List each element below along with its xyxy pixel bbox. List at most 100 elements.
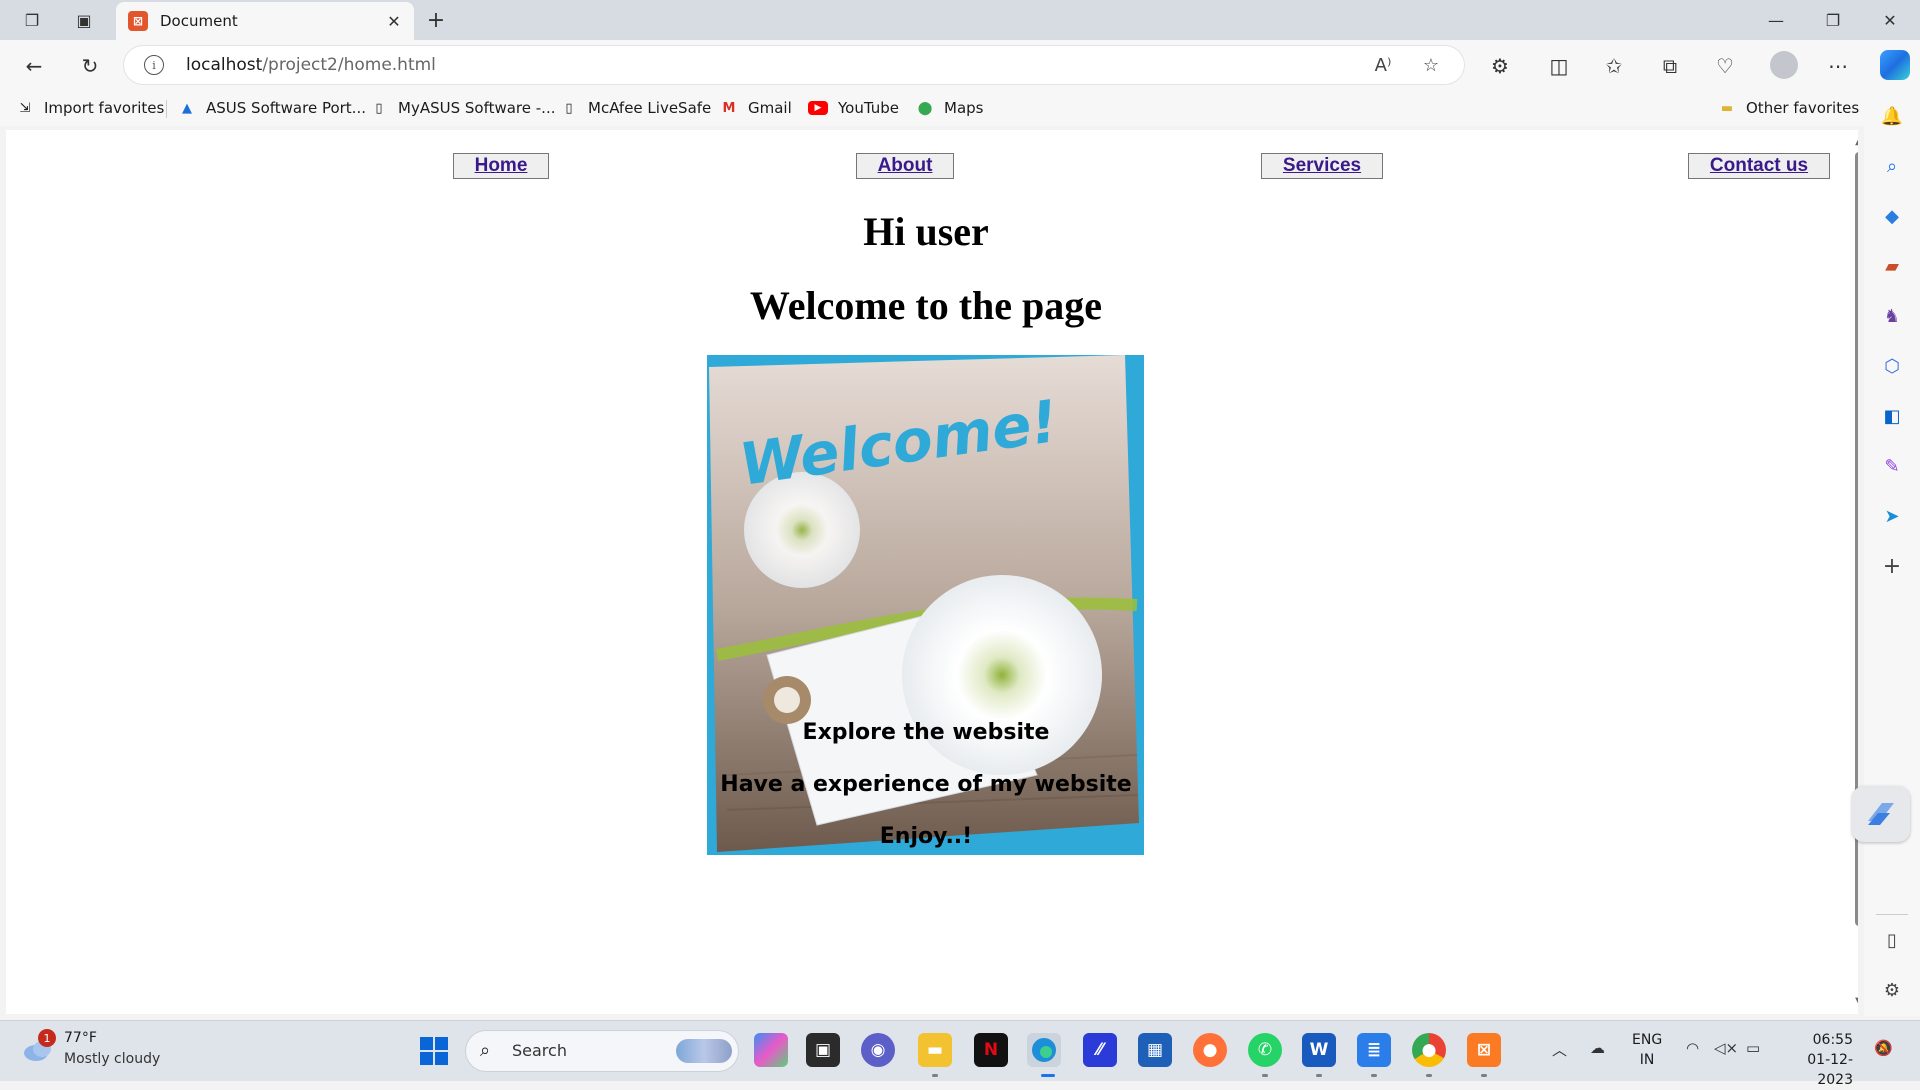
import-icon: ⇲ [19,100,31,116]
search-placeholder: Search [512,1041,567,1060]
xampp-favicon-icon: ⊠ [128,11,148,31]
explore-text: Explore the website [802,720,1050,745]
nav-home-button[interactable]: Home [453,153,549,179]
battery-icon[interactable]: ▭ [1746,1039,1760,1057]
running-indicator [1481,1074,1487,1077]
sidebar-settings-icon[interactable]: ⚙ [1878,976,1906,1004]
youtube-icon: ▶ [808,101,828,115]
notification-icon[interactable]: 🔕 [1874,1039,1893,1057]
collections-icon[interactable]: ⧉ [1654,50,1686,82]
word-icon[interactable]: W [1302,1033,1336,1067]
add-sidebar-app-icon[interactable]: + [1878,552,1906,580]
copilot-pre-icon[interactable] [754,1033,788,1067]
new-tab-icon[interactable]: + [424,8,448,33]
wifi-icon[interactable]: ◠ [1686,1039,1699,1057]
nav-services-button[interactable]: Services [1261,153,1383,179]
input-language[interactable]: ENG IN [1632,1030,1662,1070]
file-explorer-icon[interactable]: ▬ [918,1033,952,1067]
fav-maps[interactable]: ⬤ Maps [916,96,984,120]
games-icon[interactable]: ♞ [1878,302,1906,330]
more-menu-icon[interactable]: ⋯ [1822,50,1854,82]
running-indicator [1262,1074,1268,1077]
running-indicator [1316,1074,1322,1077]
favorite-star-icon[interactable]: ☆ [1418,52,1444,78]
hide-sidebar-icon[interactable]: ▯ [1878,926,1906,954]
tab-strip: ❐ ▣ ⊠ Document ✕ + — ❐ ✕ [0,0,1920,40]
xampp-icon[interactable]: ⊠ [1467,1033,1501,1067]
close-window-icon[interactable]: ✕ [1864,4,1916,36]
nav-about-button[interactable]: About [856,153,954,179]
fav-youtube[interactable]: ▶ YouTube [808,96,899,120]
close-tab-icon[interactable]: ✕ [384,11,404,31]
weather-temperature[interactable]: 77°F [64,1030,97,1046]
fav-other-favorites[interactable]: ▬ Other favorites [1718,96,1859,120]
fav-asus[interactable]: ▲ ASUS Software Port... [178,96,366,120]
page-scrollbar[interactable]: ▲ ▼ [1852,130,1858,1014]
chrome-icon[interactable]: ● [1412,1033,1446,1067]
outlook-icon[interactable]: ◧ [1878,402,1906,430]
fav-mcafee[interactable]: ▯ McAfee LiveSafe [560,96,711,120]
notepad-icon[interactable]: ≣ [1357,1033,1391,1067]
nav-contact-button[interactable]: Contact us [1688,153,1830,179]
vertical-tabs-icon[interactable]: ▣ [72,8,96,32]
read-aloud-icon[interactable]: A⁾ [1370,52,1396,78]
running-indicator [1426,1074,1432,1077]
search-icon: ⌕ [480,1040,491,1061]
notifications-bell-icon[interactable]: 🔔 [1878,102,1906,130]
asus-icon: ▲ [182,100,192,116]
site-info-icon[interactable]: i [144,55,164,75]
start-windows-icon[interactable] [420,1037,448,1065]
address-text[interactable]: localhost/project2/home.html [186,55,436,75]
fav-import-favorites[interactable]: ⇲ Import favorites [16,96,165,120]
weather-condition[interactable]: Mostly cloudy [64,1051,160,1067]
experience-text: Have a experience of my website [720,772,1132,797]
browser-essentials-icon[interactable]: ♡ [1709,50,1741,82]
task-view-icon[interactable]: ▣ [806,1033,840,1067]
microsoft-365-icon[interactable]: ⬡ [1878,352,1906,380]
clock[interactable]: 06:55 01-12-2023 [1785,1030,1853,1090]
favorites-icon[interactable]: ✩ [1598,50,1630,82]
edge-icon [1032,1038,1056,1062]
volume-muted-icon[interactable]: ◁× [1714,1039,1738,1057]
scroll-down-icon[interactable]: ▼ [1854,996,1858,1007]
extensions-icon[interactable]: ⚙ [1484,50,1516,82]
page-viewport: Home About Services Contact us Hi user W… [6,130,1858,1014]
shopping-tag-icon[interactable]: ◆ [1878,202,1906,230]
sidebar-divider [1876,914,1908,915]
fav-gmail[interactable]: M Gmail [720,96,792,120]
tab-title: Document [160,12,238,30]
copilot-icon[interactable] [1880,50,1910,80]
floating-assistant-button[interactable] [1852,786,1910,842]
search-sidebar-icon[interactable]: ⌕ [1878,152,1906,180]
workspaces-icon[interactable]: ❐ [20,8,44,32]
address-bar[interactable]: i localhost/project2/home.html A⁾ ☆ [124,46,1464,84]
split-screen-icon[interactable]: ◫ [1543,50,1575,82]
tab-document[interactable]: ⊠ Document ✕ [116,2,414,40]
tools-briefcase-icon[interactable]: ▰ [1878,252,1906,280]
fav-myasus[interactable]: ▯ MyASUS Software -... [370,96,555,120]
back-icon[interactable]: ← [18,50,50,82]
designer-icon[interactable]: ✎ [1878,452,1906,480]
edge-taskbar-icon[interactable] [1027,1033,1061,1067]
minimize-icon[interactable]: — [1750,4,1802,36]
microsoft-store-icon[interactable]: ▦ [1138,1033,1172,1067]
folder-icon: ▬ [1720,100,1734,116]
scroll-up-icon[interactable]: ▲ [1854,136,1858,147]
send-icon[interactable]: ➤ [1878,502,1906,530]
tray-overflow-icon[interactable]: ︿ [1552,1039,1567,1060]
whatsapp-icon[interactable]: ✆ [1248,1033,1282,1067]
running-indicator [932,1074,938,1077]
teams-chat-icon[interactable]: ◉ [861,1033,895,1067]
taskbar-search[interactable]: ⌕ Search [466,1031,738,1071]
restore-icon[interactable]: ❐ [1807,4,1859,36]
running-indicator [1371,1074,1377,1077]
vscode-like-icon[interactable]: ⁄⁄ [1083,1033,1117,1067]
netflix-icon[interactable]: N [974,1033,1008,1067]
firefox-icon[interactable]: ● [1193,1033,1227,1067]
search-highlight-art [676,1039,732,1063]
edge-sidebar: 🔔 ⌕ ◆ ▰ ♞ ⬡ ◧ ✎ ➤ + ▯ ⚙ [1864,90,1920,1016]
onedrive-cloud-icon[interactable]: ☁ [1590,1039,1605,1057]
browser-toolbar: ← ↻ i localhost/project2/home.html A⁾ ☆ … [0,40,1920,90]
profile-avatar[interactable] [1770,51,1798,79]
refresh-icon[interactable]: ↻ [74,50,106,82]
